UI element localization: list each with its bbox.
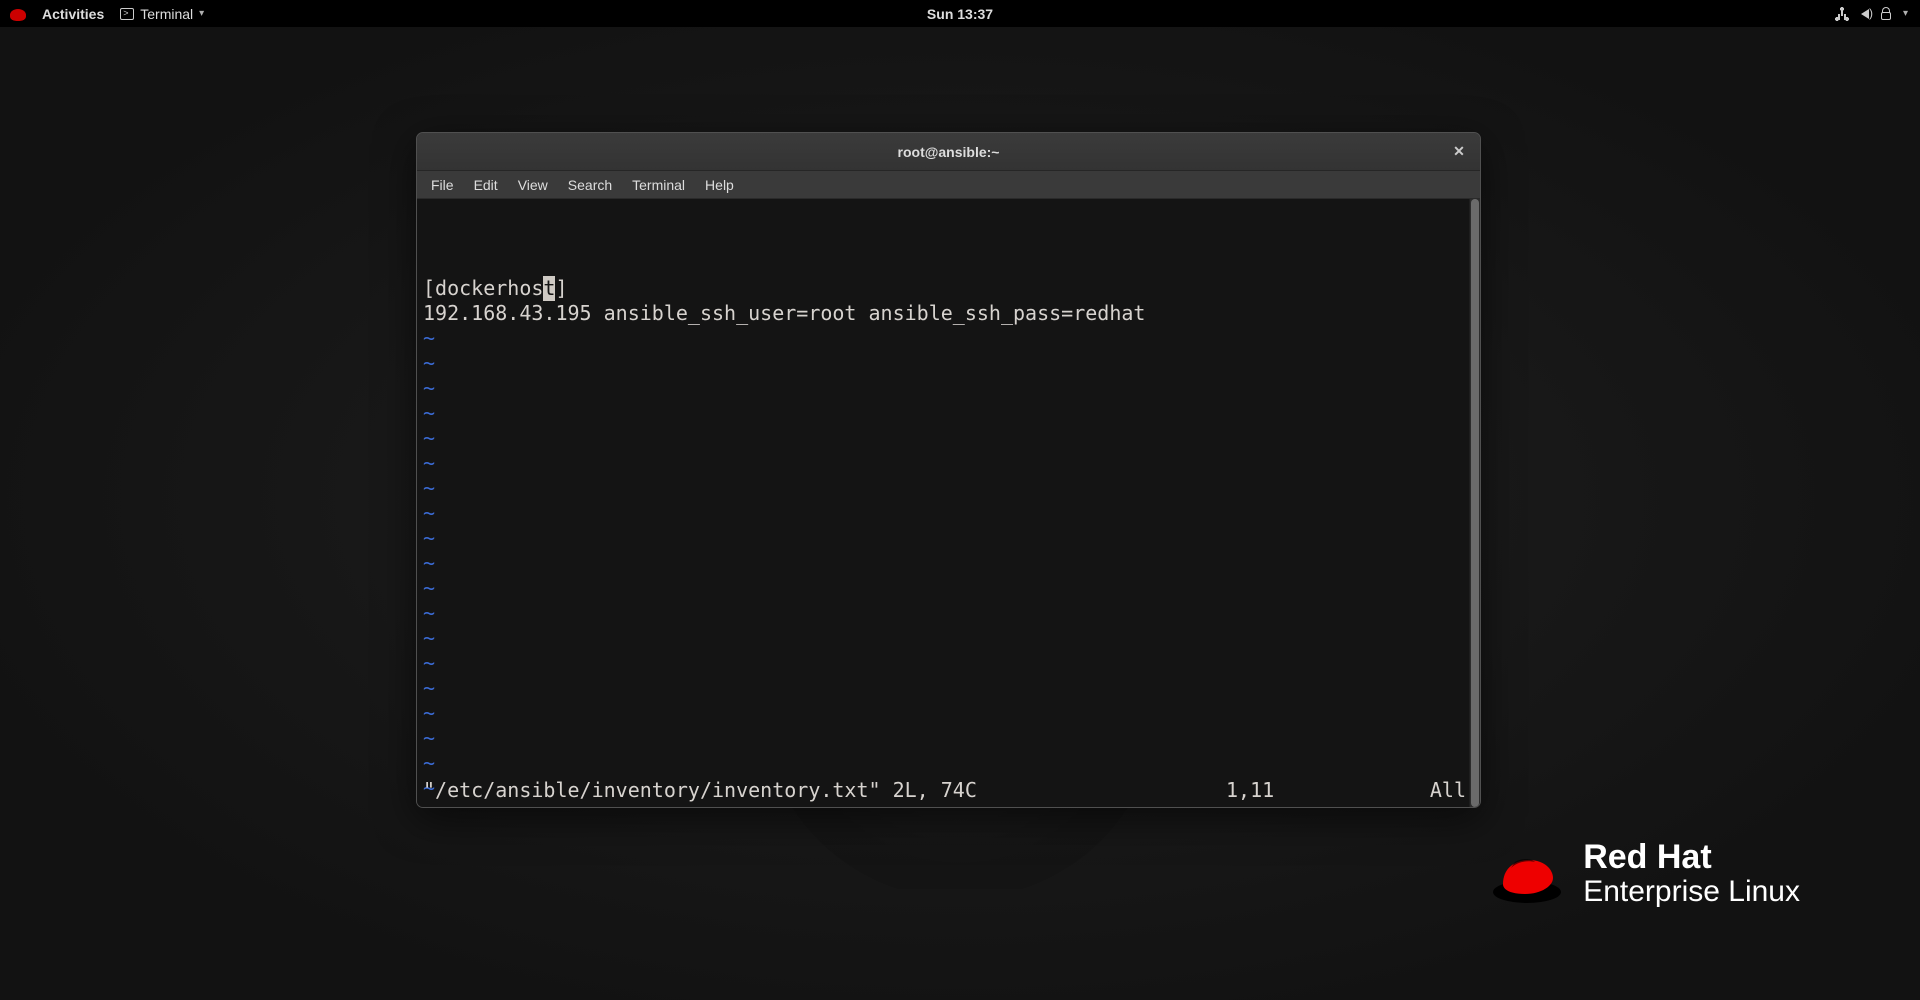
menu-view[interactable]: View [510, 174, 556, 196]
brand-line2: Enterprise Linux [1583, 874, 1800, 910]
terminal-viewport[interactable]: [dockerhost] 192.168.43.195 ansible_ssh_… [417, 199, 1480, 807]
network-icon [1835, 7, 1849, 21]
chevron-down-icon: ▾ [199, 8, 204, 19]
redhat-logo-icon [1491, 850, 1559, 900]
volume-icon [1861, 9, 1869, 19]
scrollbar-thumb[interactable] [1471, 199, 1479, 807]
app-menu-label: Terminal [140, 6, 193, 22]
scrollbar[interactable] [1469, 199, 1480, 807]
terminal-menubar: File Edit View Search Terminal Help [417, 171, 1480, 199]
lock-icon [1881, 12, 1891, 20]
vim-status-line: "/etc/ansible/inventory/inventory.txt" 2… [423, 778, 1466, 803]
app-menu-terminal[interactable]: Terminal ▾ [120, 6, 204, 22]
system-tray[interactable]: ▾ [1835, 7, 1920, 21]
window-titlebar[interactable]: root@ansible:~ ✕ [417, 133, 1480, 171]
clock[interactable]: Sun 13:37 [927, 6, 993, 22]
redhat-icon [10, 9, 26, 21]
close-button[interactable]: ✕ [1448, 141, 1470, 163]
close-icon: ✕ [1453, 143, 1465, 160]
terminal-window: root@ansible:~ ✕ File Edit View Search T… [416, 132, 1481, 808]
terminal-text: [dockerhost] 192.168.43.195 ansible_ssh_… [423, 276, 1474, 808]
brand-line1: Red Hat [1583, 840, 1800, 874]
vim-status-position: 1,11 [1226, 778, 1406, 803]
menu-help[interactable]: Help [697, 174, 742, 196]
activities-button[interactable]: Activities [42, 6, 104, 22]
gnome-topbar: Activities Terminal ▾ Sun 13:37 ▾ [0, 0, 1920, 27]
chevron-down-icon: ▾ [1903, 8, 1908, 19]
terminal-icon [120, 8, 134, 20]
menu-edit[interactable]: Edit [466, 174, 506, 196]
vim-status-file: "/etc/ansible/inventory/inventory.txt" 2… [423, 778, 977, 803]
menu-file[interactable]: File [423, 174, 462, 196]
menu-terminal[interactable]: Terminal [624, 174, 693, 196]
menu-search[interactable]: Search [560, 174, 620, 196]
vim-status-scroll: All [1406, 778, 1466, 803]
rhel-branding: Red Hat Enterprise Linux [1491, 840, 1800, 910]
vim-cursor: t [543, 276, 555, 301]
window-title: root@ansible:~ [898, 144, 1000, 160]
